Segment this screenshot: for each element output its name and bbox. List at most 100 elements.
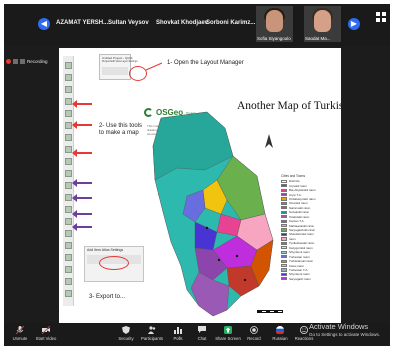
participants-button[interactable]: Participants [138,326,166,341]
legend-label: Kentau T.A. [289,219,305,224]
callout-line [145,62,163,71]
people-icon [148,326,156,334]
participant-video-tile[interactable]: Saodat Ma... [304,6,341,42]
qgis-menu: Project Edit View Layer Settings [102,60,138,63]
legend-swatch [281,219,287,223]
tool-icon [65,242,72,249]
tool-icon [65,206,72,213]
legend-label: Shardarinskii raion [289,232,314,237]
unmute-button[interactable]: Unmute [6,326,34,341]
tool-icon [65,122,72,129]
purple-arrow-icon [72,210,92,218]
legend-label: Shymkent raion [289,250,310,255]
share-screen-button[interactable]: Share Screen [214,326,242,341]
tool-icon [65,170,72,177]
legend-label: Keles raion [289,263,305,268]
qgis-window-thumb: Untitled Project - QGIS Project Edit Vie… [99,54,138,80]
legend-label: Sozakskii raion [289,210,310,215]
legend-swatch [281,259,287,263]
gallery-view-icon[interactable] [376,12,386,22]
legend-header: Cities and Towns [281,174,306,178]
district-map [152,111,274,317]
participant-name[interactable]: Sorboni Karimz... [206,20,255,26]
legend-label: Arysskii raion [289,183,307,188]
legend-swatch [281,215,287,219]
tool-icon [65,218,72,225]
step1-annotation: 1- Open the Layout Manager [167,60,244,66]
chat-button[interactable]: Chat [188,326,216,341]
tool-icon [65,230,72,237]
prev-page-icon[interactable]: ◀ [38,18,50,30]
purple-arrow-icon [72,223,92,231]
legend-swatch [281,263,287,268]
legend-swatch [281,197,287,201]
legend-swatch [281,206,287,210]
legend-swatch [281,210,287,214]
legend-swatch [281,237,287,241]
mic-icon [16,326,24,334]
start-video-button[interactable]: Start Video [32,326,60,341]
legend-label: raion [289,236,296,241]
legend-swatch [281,192,287,197]
tool-icon [65,278,72,285]
red-arrow-icon [72,121,92,129]
participant-name[interactable]: Shovkat Khodjaev [156,20,208,26]
legend-swatch [281,250,287,254]
shield-icon [122,326,130,334]
legend-swatch [281,255,287,259]
legend-label: Ordabasynskii raion [289,196,316,201]
layout-menu: Add Item Atlas Settings [87,248,124,252]
legend-label: Shymkent raion [289,272,310,277]
step2-annotation: 2- Use this tools to make a map [99,123,143,137]
tool-icon [65,86,72,93]
legend-swatch [281,188,287,192]
export-highlight [99,256,129,270]
participant-name[interactable]: AZAMAT YERSH... [56,20,108,26]
qgis-toolbar-thumb [102,67,128,75]
legend-label: Mahtaaralskii raion [289,223,315,228]
chat-icon [198,326,206,333]
legend-swatch [281,272,287,276]
record-button[interactable]: Record [240,326,268,341]
pause-icon[interactable] [13,59,18,64]
shared-slide: Untitled Project - QGIS Project Edit Vie… [59,48,341,323]
tool-icon [65,134,72,141]
recording-label: Recording [27,59,48,64]
next-page-icon[interactable]: ▶ [348,18,360,30]
watermark-line1: Activate Windows [309,322,369,331]
legend-swatch [281,246,287,250]
legend-list: Districts Arysskii raion Bai-Abyiskiskii r… [281,179,339,281]
legend-swatch [281,184,287,188]
legend-label: Turkistanskii raion [289,259,314,264]
share-icon [224,326,232,334]
watermark-line2: Go to Settings to activate Windows. [309,332,381,337]
security-button[interactable]: Security [112,326,140,341]
recording-indicator: Recording [6,59,48,64]
tool-icon [65,266,72,273]
poll-icon [174,327,182,334]
participant-name[interactable]: Sultan Veysov [108,20,149,26]
legend-label: Districts [289,179,300,184]
activate-windows-watermark: Activate Windows Go to Settings to activ… [309,322,380,337]
legend-label: Tyulkubasskii raion [289,241,315,246]
legend-swatch [281,268,287,272]
scale-bar [257,310,283,313]
tool-icon [65,110,72,117]
legend-label: Arysi T.A. [289,192,302,197]
purple-arrow-icon [72,179,92,187]
tile-name: Saodat Ma... [305,36,331,41]
tool-icon [65,98,72,105]
legend-label: Turkestan T.A. [289,267,309,272]
stop-icon[interactable] [20,59,25,64]
red-arrow-icon [72,100,92,108]
legend-label: Otrarskii raion [289,201,308,206]
record-dot-icon [6,59,11,64]
participant-video-tile[interactable]: Sofia Siyangoulo [256,6,293,42]
legend-label: Turkestan raion [289,254,310,259]
zoom-window: ◀ AZAMAT YERSH... Sultan Veysov Shovkat … [4,4,390,346]
legend-label: Tolebiiskii raion [289,214,310,219]
record-icon [250,326,258,334]
legend-swatch [281,224,287,228]
tool-icon [65,254,72,261]
legend-swatch [281,241,287,245]
